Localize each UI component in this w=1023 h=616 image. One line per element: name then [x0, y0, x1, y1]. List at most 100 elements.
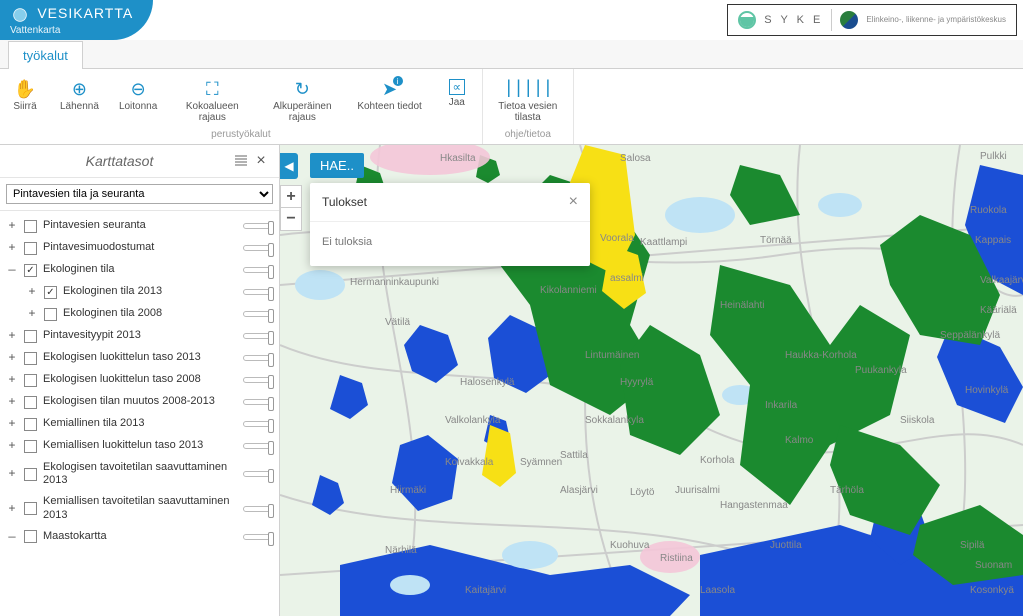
share-icon: ∝ — [449, 79, 465, 95]
zoom-out-button[interactable]: ⊖ Loitonna — [109, 75, 167, 127]
list-icon — [234, 154, 248, 168]
water-info-button[interactable]: ||||| Tietoa vesien tilasta — [483, 75, 573, 127]
results-title: Tulokset — [322, 195, 367, 209]
layer-checkbox[interactable] — [24, 352, 37, 365]
layer-row: + Kemiallinen tila 2013 — [0, 413, 279, 435]
search-results-popup: Tulokset × Ei tuloksia — [310, 183, 590, 266]
expand-toggle[interactable]: + — [6, 351, 18, 365]
opacity-slider[interactable] — [243, 443, 273, 449]
layer-checkbox[interactable] — [24, 418, 37, 431]
layer-label: Ekologinen tila 2008 — [63, 307, 237, 320]
layer-checkbox[interactable] — [24, 396, 37, 409]
move-button[interactable]: ✋ Siirrä — [0, 75, 50, 127]
close-sidebar-button[interactable]: × — [251, 151, 271, 171]
opacity-slider[interactable] — [243, 245, 273, 251]
opacity-slider[interactable] — [243, 333, 273, 339]
layer-checkbox[interactable] — [24, 530, 37, 543]
opacity-slider[interactable] — [243, 267, 273, 273]
expand-icon: ⛶ — [202, 79, 222, 99]
original-extent-button[interactable]: ↻ Alkuperäinen rajaus — [257, 75, 347, 127]
expand-toggle[interactable]: + — [6, 439, 18, 453]
opacity-slider[interactable] — [243, 506, 273, 512]
layer-label: Maastokartta — [43, 530, 237, 543]
app-logo: VESIKARTTA Vattenkarta — [0, 0, 153, 40]
vesikartta-logo-icon — [10, 5, 30, 25]
tab-tools[interactable]: työkalut — [8, 41, 83, 69]
zoom-in-label: Lähennä — [60, 101, 99, 112]
toolbar: ✋ Siirrä ⊕ Lähennä ⊖ Loitonna ⛶ Kokoalue… — [0, 69, 1023, 145]
close-results-button[interactable]: × — [569, 193, 578, 211]
basic-group-label: perustyökalut — [0, 127, 482, 142]
expand-toggle[interactable]: + — [6, 219, 18, 233]
opacity-slider[interactable] — [243, 399, 273, 405]
opacity-slider[interactable] — [243, 223, 273, 229]
layer-checkbox[interactable] — [24, 374, 37, 387]
map-zoom-out-button[interactable]: − — [281, 208, 301, 230]
expand-toggle[interactable]: + — [6, 373, 18, 387]
syke-text: S Y K E — [764, 14, 823, 26]
layer-checkbox[interactable] — [24, 502, 37, 515]
layer-list-icon[interactable] — [231, 151, 251, 171]
expand-toggle[interactable]: — — [6, 530, 18, 544]
zoom-in-button[interactable]: ⊕ Lähennä — [50, 75, 109, 127]
app-header: VESIKARTTA Vattenkarta S Y K E Elinkeino… — [0, 0, 1023, 40]
layer-checkbox[interactable]: ✓ — [44, 286, 57, 299]
expand-toggle[interactable]: + — [6, 417, 18, 431]
opacity-slider[interactable] — [243, 311, 273, 317]
info-group-label: ohje/tietoa — [483, 127, 573, 142]
map-zoom-in-button[interactable]: + — [281, 186, 301, 208]
layer-checkbox[interactable] — [24, 440, 37, 453]
search-button[interactable]: HAE.. — [310, 153, 364, 178]
water-info-label: Tietoa vesien tilasta — [493, 101, 563, 123]
layer-label: Ekologisen tilan muutos 2008-2013 — [43, 395, 237, 408]
opacity-slider[interactable] — [243, 377, 273, 383]
layer-checkbox[interactable] — [24, 220, 37, 233]
opacity-slider[interactable] — [243, 534, 273, 540]
opacity-slider[interactable] — [243, 471, 273, 477]
opacity-slider[interactable] — [243, 421, 273, 427]
layer-label: Ekologisen tavoitetilan saavuttaminen 20… — [43, 461, 237, 487]
expand-toggle[interactable]: + — [26, 285, 38, 299]
layer-checkbox[interactable] — [44, 308, 57, 321]
main-area: Karttatasot × Pintavesien tila ja seuran… — [0, 145, 1023, 616]
layer-label: Ekologisen luokittelun taso 2008 — [43, 373, 237, 386]
refresh-icon: ↻ — [292, 79, 312, 99]
layer-label: Kemiallinen tila 2013 — [43, 417, 237, 430]
expand-toggle[interactable]: — — [6, 263, 18, 277]
collapse-sidebar-toggle[interactable]: ◀ — [280, 153, 298, 179]
layers-sidebar: Karttatasot × Pintavesien tila ja seuran… — [0, 145, 280, 616]
feature-info-label: Kohteen tiedot — [357, 101, 422, 112]
expand-toggle[interactable]: + — [6, 241, 18, 255]
expand-toggle[interactable]: + — [26, 307, 38, 321]
sidebar-header: Karttatasot × — [0, 145, 279, 178]
layer-row: + Ekologisen tavoitetilan saavuttaminen 2… — [0, 457, 279, 491]
feature-info-button[interactable]: ➤ Kohteen tiedot — [347, 75, 432, 127]
layer-tree[interactable]: +Pintavesien seuranta+Pintavesimuodostum… — [0, 211, 279, 616]
expand-toggle[interactable]: + — [6, 329, 18, 343]
layer-label: Kemiallisen luokittelun taso 2013 — [43, 439, 237, 452]
share-button[interactable]: ∝ Jaa — [432, 75, 482, 127]
expand-toggle[interactable]: + — [6, 467, 18, 481]
share-label: Jaa — [449, 97, 465, 108]
zoom-control: + − — [280, 185, 302, 231]
info-cursor-icon: ➤ — [380, 79, 400, 99]
full-extent-button[interactable]: ⛶ Kokoalueen rajaus — [167, 75, 257, 127]
move-label: Siirrä — [13, 101, 36, 112]
layer-checkbox[interactable]: ✓ — [24, 264, 37, 277]
barcode-icon: ||||| — [518, 79, 538, 99]
layer-checkbox[interactable] — [24, 468, 37, 481]
opacity-slider[interactable] — [243, 355, 273, 361]
layer-theme-select[interactable]: Pintavesien tila ja seuranta — [6, 184, 273, 204]
opacity-slider[interactable] — [243, 289, 273, 295]
map-canvas[interactable]: PulkkiRuokolaKappaisValkaajärviKääriäläS… — [280, 145, 1023, 616]
layer-label: Ekologinen tila 2013 — [63, 285, 237, 298]
layer-checkbox[interactable] — [24, 242, 37, 255]
app-subtitle: Vattenkarta — [10, 25, 133, 36]
layer-checkbox[interactable] — [24, 330, 37, 343]
logo-separator — [831, 9, 832, 31]
expand-toggle[interactable]: + — [6, 395, 18, 409]
expand-toggle[interactable]: + — [6, 502, 18, 516]
tool-group-basic: ✋ Siirrä ⊕ Lähennä ⊖ Loitonna ⛶ Kokoalue… — [0, 69, 483, 144]
layer-row: + Ekologisen luokittelun taso 2008 — [0, 369, 279, 391]
plus-circle-icon: ⊕ — [69, 79, 89, 99]
